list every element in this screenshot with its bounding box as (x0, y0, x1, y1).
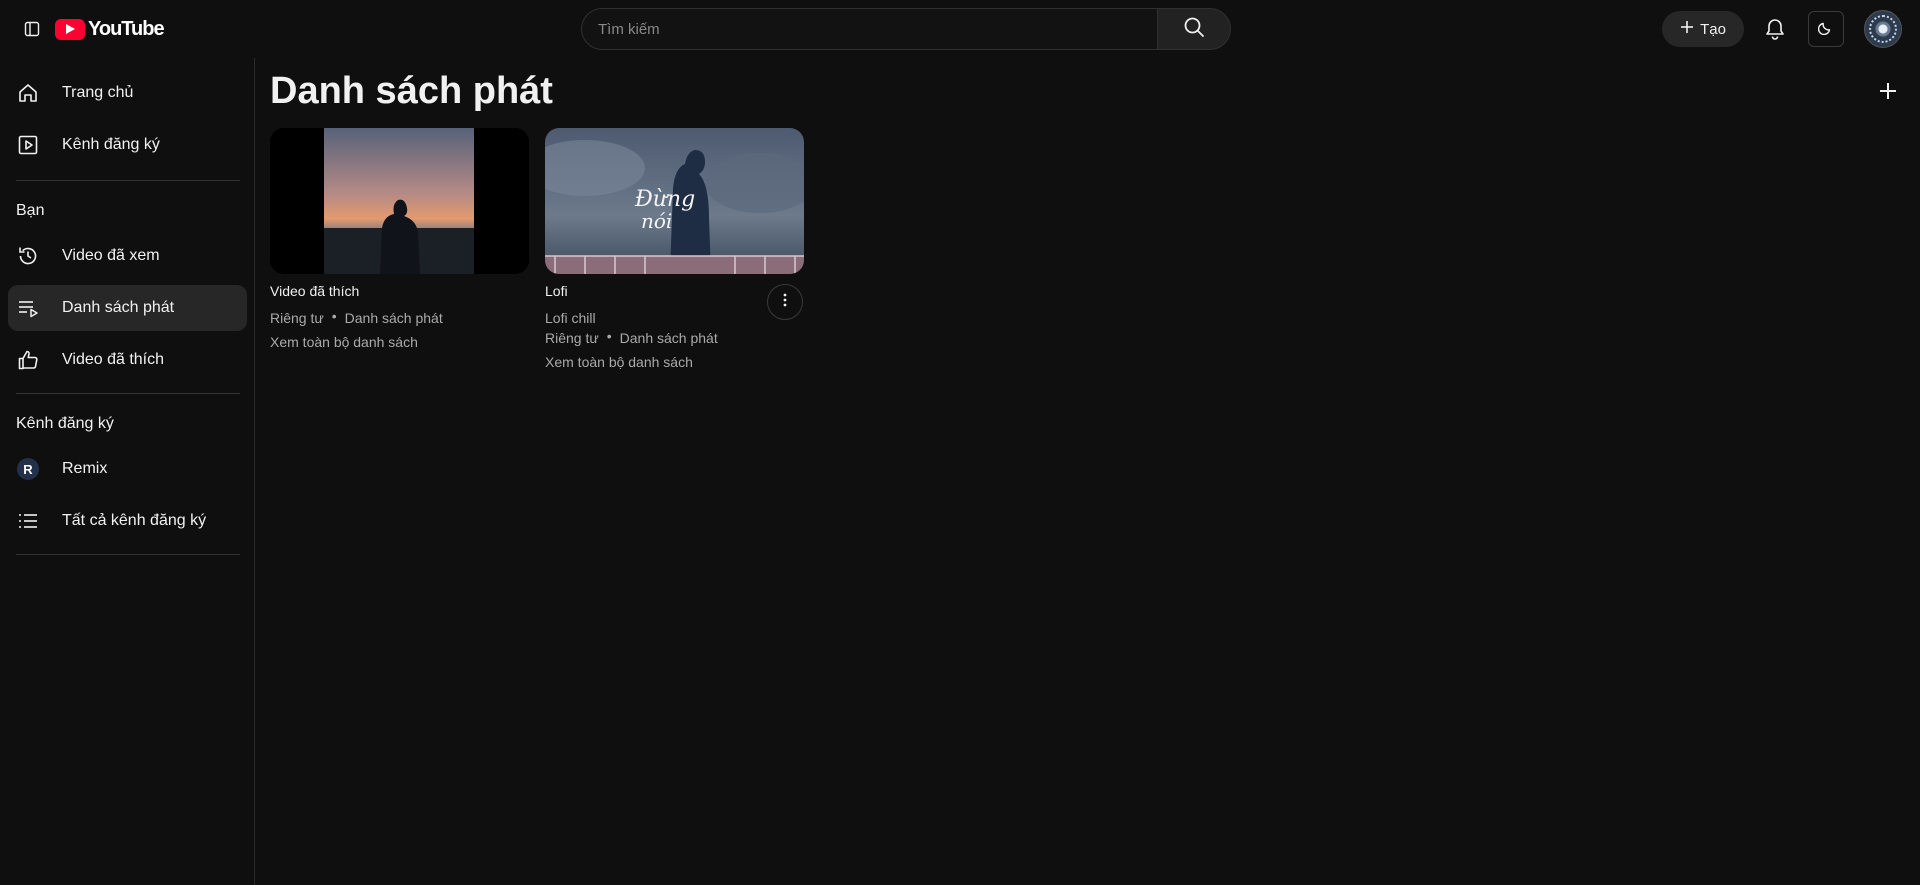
sidebar-item-subscriptions[interactable]: Kênh đăng ký (8, 122, 247, 168)
home-icon (16, 81, 40, 105)
thumbnail-image: Đừng nói (545, 128, 804, 274)
playlist-subtitle: Lofi chill (545, 310, 596, 326)
sidebar-item-playlists[interactable]: Danh sách phát (8, 285, 247, 331)
sidebar-section-title-you: Bạn (16, 202, 45, 219)
search-button[interactable] (1157, 8, 1231, 50)
sidebar-item-liked-videos[interactable]: Video đã thích (8, 337, 247, 383)
history-icon (16, 244, 40, 268)
channel-avatar: R (17, 458, 39, 480)
sidebar-item-label: Remix (62, 460, 108, 477)
playlist-thumbnail[interactable]: Đừng nói (545, 128, 804, 274)
sidebar-item-history[interactable]: Video đã xem (8, 233, 247, 279)
playlist-thumbnail[interactable] (270, 128, 529, 274)
sidebar-divider (16, 180, 240, 181)
sidebar-section-title-subscriptions: Kênh đăng ký (16, 415, 114, 432)
more-vert-icon (783, 293, 787, 312)
logo-text: YouTube (88, 17, 165, 40)
sidebar-item-channel-remix[interactable]: R Remix (8, 446, 247, 492)
youtube-play-icon (55, 18, 85, 40)
create-button[interactable]: Tạo (1662, 11, 1744, 47)
view-all-link[interactable]: Xem toàn bộ danh sách (545, 354, 693, 370)
playlist-title[interactable]: Video đã thích (270, 283, 359, 299)
playlist-title[interactable]: Lofi (545, 283, 568, 299)
theme-toggle-button[interactable] (1808, 11, 1844, 47)
sidebar-item-label: Video đã xem (62, 247, 160, 264)
type-label: Danh sách phát (344, 310, 443, 326)
playlist-meta: Riêng tư • Danh sách phát (545, 328, 718, 346)
search-icon (1183, 16, 1205, 43)
sidebar-item-label: Video đã thích (62, 351, 165, 368)
top-bar: YouTube Tạo (0, 0, 1920, 58)
sidebar: Trang chủ Kênh đăng ký Bạn Video đã xem … (0, 58, 255, 885)
moon-icon (1817, 19, 1834, 40)
subscriptions-icon (16, 133, 40, 157)
playlist-meta: Riêng tư • Danh sách phát (270, 308, 443, 326)
sidebar-divider (16, 554, 240, 555)
privacy-label: Riêng tư (270, 310, 324, 326)
more-options-button[interactable] (767, 284, 803, 320)
sidebar-item-label: Trang chủ (62, 84, 134, 101)
sidebar-item-all-subscriptions[interactable]: Tất cả kênh đăng ký (8, 498, 247, 544)
sidebar-divider (16, 393, 240, 394)
svg-text:nói: nói (641, 209, 672, 233)
account-avatar[interactable] (1864, 10, 1902, 48)
sidebar-item-home[interactable]: Trang chủ (8, 70, 247, 116)
meta-separator: • (331, 308, 337, 324)
sidebar-item-label: Tất cả kênh đăng ký (62, 512, 207, 529)
search-input[interactable] (581, 8, 1157, 50)
search-bar (581, 8, 1231, 50)
plus-icon (1878, 81, 1898, 106)
privacy-label: Riêng tư (545, 330, 599, 346)
youtube-logo[interactable]: YouTube (55, 16, 165, 42)
notifications-bell-icon[interactable] (1760, 14, 1790, 44)
type-label: Danh sách phát (619, 330, 718, 346)
list-icon (16, 509, 40, 533)
sidebar-toggle-icon[interactable] (18, 16, 46, 42)
thumbs-up-icon (16, 348, 40, 372)
page-title: Danh sách phát (270, 70, 553, 112)
plus-icon (1680, 20, 1694, 38)
add-playlist-button[interactable] (1873, 78, 1903, 108)
thumbnail-image (270, 128, 529, 274)
playlist-icon (16, 296, 40, 320)
playlist-card: Video đã thích Riêng tư • Danh sách phát X… (270, 128, 529, 350)
sidebar-item-label: Danh sách phát (62, 299, 175, 316)
meta-separator: • (606, 328, 612, 344)
playlist-card: Đừng nói Lofi Lofi chill Riêng tư • Danh s… (545, 128, 804, 370)
create-label: Tạo (1700, 20, 1726, 38)
view-all-link[interactable]: Xem toàn bộ danh sách (270, 334, 418, 350)
channel-avatar-icon: R (16, 457, 40, 481)
sidebar-item-label: Kênh đăng ký (62, 136, 160, 153)
